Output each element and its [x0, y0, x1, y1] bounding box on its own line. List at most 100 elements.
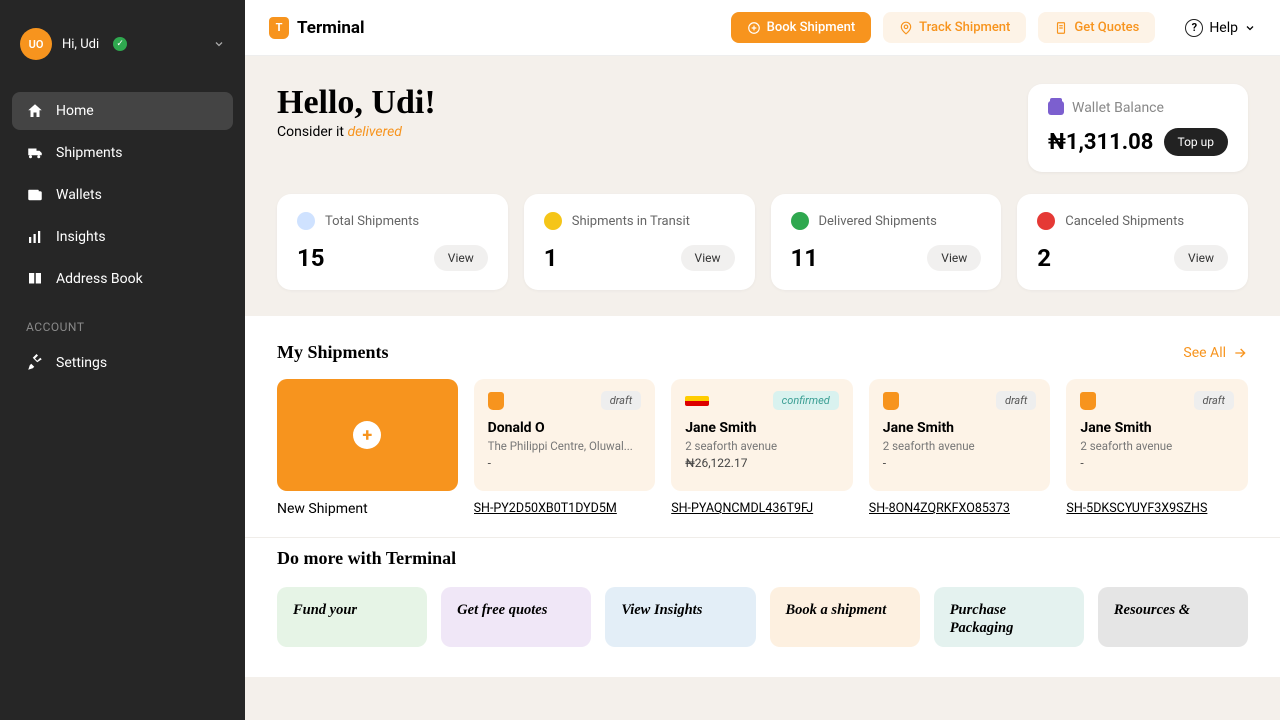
shipment-address: 2 seaforth avenue — [1080, 439, 1234, 453]
hero: Hello, Udi! Consider it delivered Wallet… — [245, 56, 1280, 194]
button-label: Get Quotes — [1074, 20, 1139, 35]
help-menu[interactable]: ? Help — [1185, 19, 1256, 37]
section-title: My Shipments — [277, 342, 389, 363]
shipment-name: Jane Smith — [685, 420, 839, 436]
shipment-address: 2 seaforth avenue — [883, 439, 1037, 453]
button-label: Book Shipment — [767, 20, 856, 35]
book-icon — [26, 270, 44, 288]
sidebar: UO Hi, Udi ✓ Home Shipments Wallets Insi… — [0, 0, 245, 720]
chart-icon — [26, 228, 44, 246]
view-button[interactable]: View — [927, 245, 981, 271]
button-label: Track Shipment — [919, 20, 1010, 35]
shipments-grid: + New Shipment draft Donald O The Philip… — [277, 379, 1248, 517]
sidebar-item-label: Home — [56, 103, 94, 119]
stat-value: 15 — [297, 244, 325, 272]
view-button[interactable]: View — [434, 245, 488, 271]
more-card-packaging[interactable]: Purchase Packaging — [934, 587, 1084, 647]
shipment-card[interactable]: draft Jane Smith 2 seaforth avenue - SH-… — [1066, 379, 1248, 517]
stat-canceled: Canceled Shipments 2View — [1017, 194, 1248, 290]
check-icon — [791, 212, 809, 230]
terminal-shield-icon — [1080, 392, 1096, 410]
book-shipment-button[interactable]: Book Shipment — [731, 12, 872, 43]
sidebar-item-label: Wallets — [56, 187, 102, 203]
more-card-insights[interactable]: View Insights — [605, 587, 755, 647]
nav-section-account: ACCOUNT — [26, 320, 219, 334]
brand[interactable]: T Terminal — [269, 17, 365, 39]
more-card-quotes[interactable]: Get free quotes — [441, 587, 591, 647]
stat-delivered: Delivered Shipments 11View — [771, 194, 1002, 290]
status-badge: draft — [996, 391, 1036, 410]
wallet-icon — [1048, 101, 1064, 115]
view-button[interactable]: View — [1174, 245, 1228, 271]
see-all-link[interactable]: See All — [1183, 345, 1248, 361]
sidebar-item-shipments[interactable]: Shipments — [12, 134, 233, 172]
user-menu[interactable]: UO Hi, Udi ✓ — [12, 20, 233, 68]
plus-icon: + — [353, 421, 381, 449]
section-title: Do more with Terminal — [277, 548, 1248, 569]
shipment-card[interactable]: draft Jane Smith 2 seaforth avenue - SH-… — [869, 379, 1051, 517]
sidebar-item-label: Settings — [56, 355, 107, 371]
shipment-id-link[interactable]: SH-PYAQNCMDL436T9FJ — [671, 501, 853, 516]
wallet-icon — [26, 186, 44, 204]
sidebar-item-label: Shipments — [56, 145, 123, 161]
more-card-fund[interactable]: Fund your — [277, 587, 427, 647]
sidebar-item-insights[interactable]: Insights — [12, 218, 233, 256]
shipment-name: Donald O — [488, 420, 642, 436]
truck-icon — [26, 144, 44, 162]
sidebar-item-settings[interactable]: Settings — [12, 344, 233, 382]
stat-value: 2 — [1037, 244, 1051, 272]
tagline: Consider it delivered — [277, 124, 436, 140]
status-badge: confirmed — [773, 391, 839, 410]
content: Hello, Udi! Consider it delivered Wallet… — [245, 56, 1280, 720]
main: T Terminal Book Shipment Track Shipment … — [245, 0, 1280, 720]
avatar: UO — [20, 28, 52, 60]
help-label: Help — [1209, 20, 1238, 36]
x-icon — [1037, 212, 1055, 230]
page-title: Hello, Udi! — [277, 84, 436, 122]
view-button[interactable]: View — [681, 245, 735, 271]
arrow-right-icon — [1232, 345, 1248, 361]
shipment-card[interactable]: draft Donald O The Philippi Centre, Oluw… — [474, 379, 656, 517]
home-icon — [26, 102, 44, 120]
track-shipment-button[interactable]: Track Shipment — [883, 12, 1026, 43]
sidebar-item-addressbook[interactable]: Address Book — [12, 260, 233, 298]
shipment-id-link[interactable]: SH-8ON4ZQRKFXO85373 — [869, 501, 1051, 516]
wallet-card: Wallet Balance ₦1,311.08 Top up — [1028, 84, 1248, 172]
chevron-down-icon — [1244, 22, 1256, 34]
shipment-amount: ₦26,122.17 — [685, 456, 839, 470]
greeting: Hello, Udi! Consider it delivered — [277, 84, 436, 140]
shipment-name: Jane Smith — [1080, 420, 1234, 436]
terminal-shield-icon — [488, 392, 504, 410]
shipment-card[interactable]: confirmed Jane Smith 2 seaforth avenue ₦… — [671, 379, 853, 517]
new-shipment-label: New Shipment — [277, 501, 458, 517]
new-shipment-button[interactable]: + — [277, 379, 458, 491]
stats-row: Total Shipments 15View Shipments in Tran… — [245, 194, 1280, 316]
sidebar-item-home[interactable]: Home — [12, 92, 233, 130]
clock-icon — [544, 212, 562, 230]
stat-total-shipments: Total Shipments 15View — [277, 194, 508, 290]
sidebar-item-wallets[interactable]: Wallets — [12, 176, 233, 214]
more-grid: Fund your Get free quotes View Insights … — [277, 587, 1248, 647]
new-shipment-card: + New Shipment — [277, 379, 458, 517]
plus-circle-icon — [747, 21, 761, 35]
truck-icon — [297, 212, 315, 230]
verified-badge-icon: ✓ — [113, 37, 127, 51]
shipment-id-link[interactable]: SH-PY2D50XB0T1DYD5M — [474, 501, 656, 516]
stat-value: 11 — [791, 244, 819, 272]
get-quotes-button[interactable]: Get Quotes — [1038, 12, 1155, 43]
stat-transit: Shipments in Transit 1View — [524, 194, 755, 290]
nav: Home Shipments Wallets Insights Address … — [12, 92, 233, 382]
more-card-book[interactable]: Book a shipment — [770, 587, 920, 647]
pin-icon — [899, 21, 913, 35]
shipment-id-link[interactable]: SH-5DKSCYUYF3X9SZHS — [1066, 501, 1248, 516]
wallet-balance: ₦1,311.08 — [1048, 130, 1153, 155]
my-shipments-section: My Shipments See All + New Shipment draf… — [245, 316, 1280, 537]
topup-button[interactable]: Top up — [1164, 128, 1229, 156]
shipment-amount: - — [883, 456, 1037, 470]
more-card-resources[interactable]: Resources & — [1098, 587, 1248, 647]
do-more-section: Do more with Terminal Fund your Get free… — [245, 537, 1280, 677]
shipment-amount: - — [1080, 456, 1234, 470]
dhl-icon — [685, 396, 709, 406]
settings-icon — [26, 354, 44, 372]
receipt-icon — [1054, 21, 1068, 35]
